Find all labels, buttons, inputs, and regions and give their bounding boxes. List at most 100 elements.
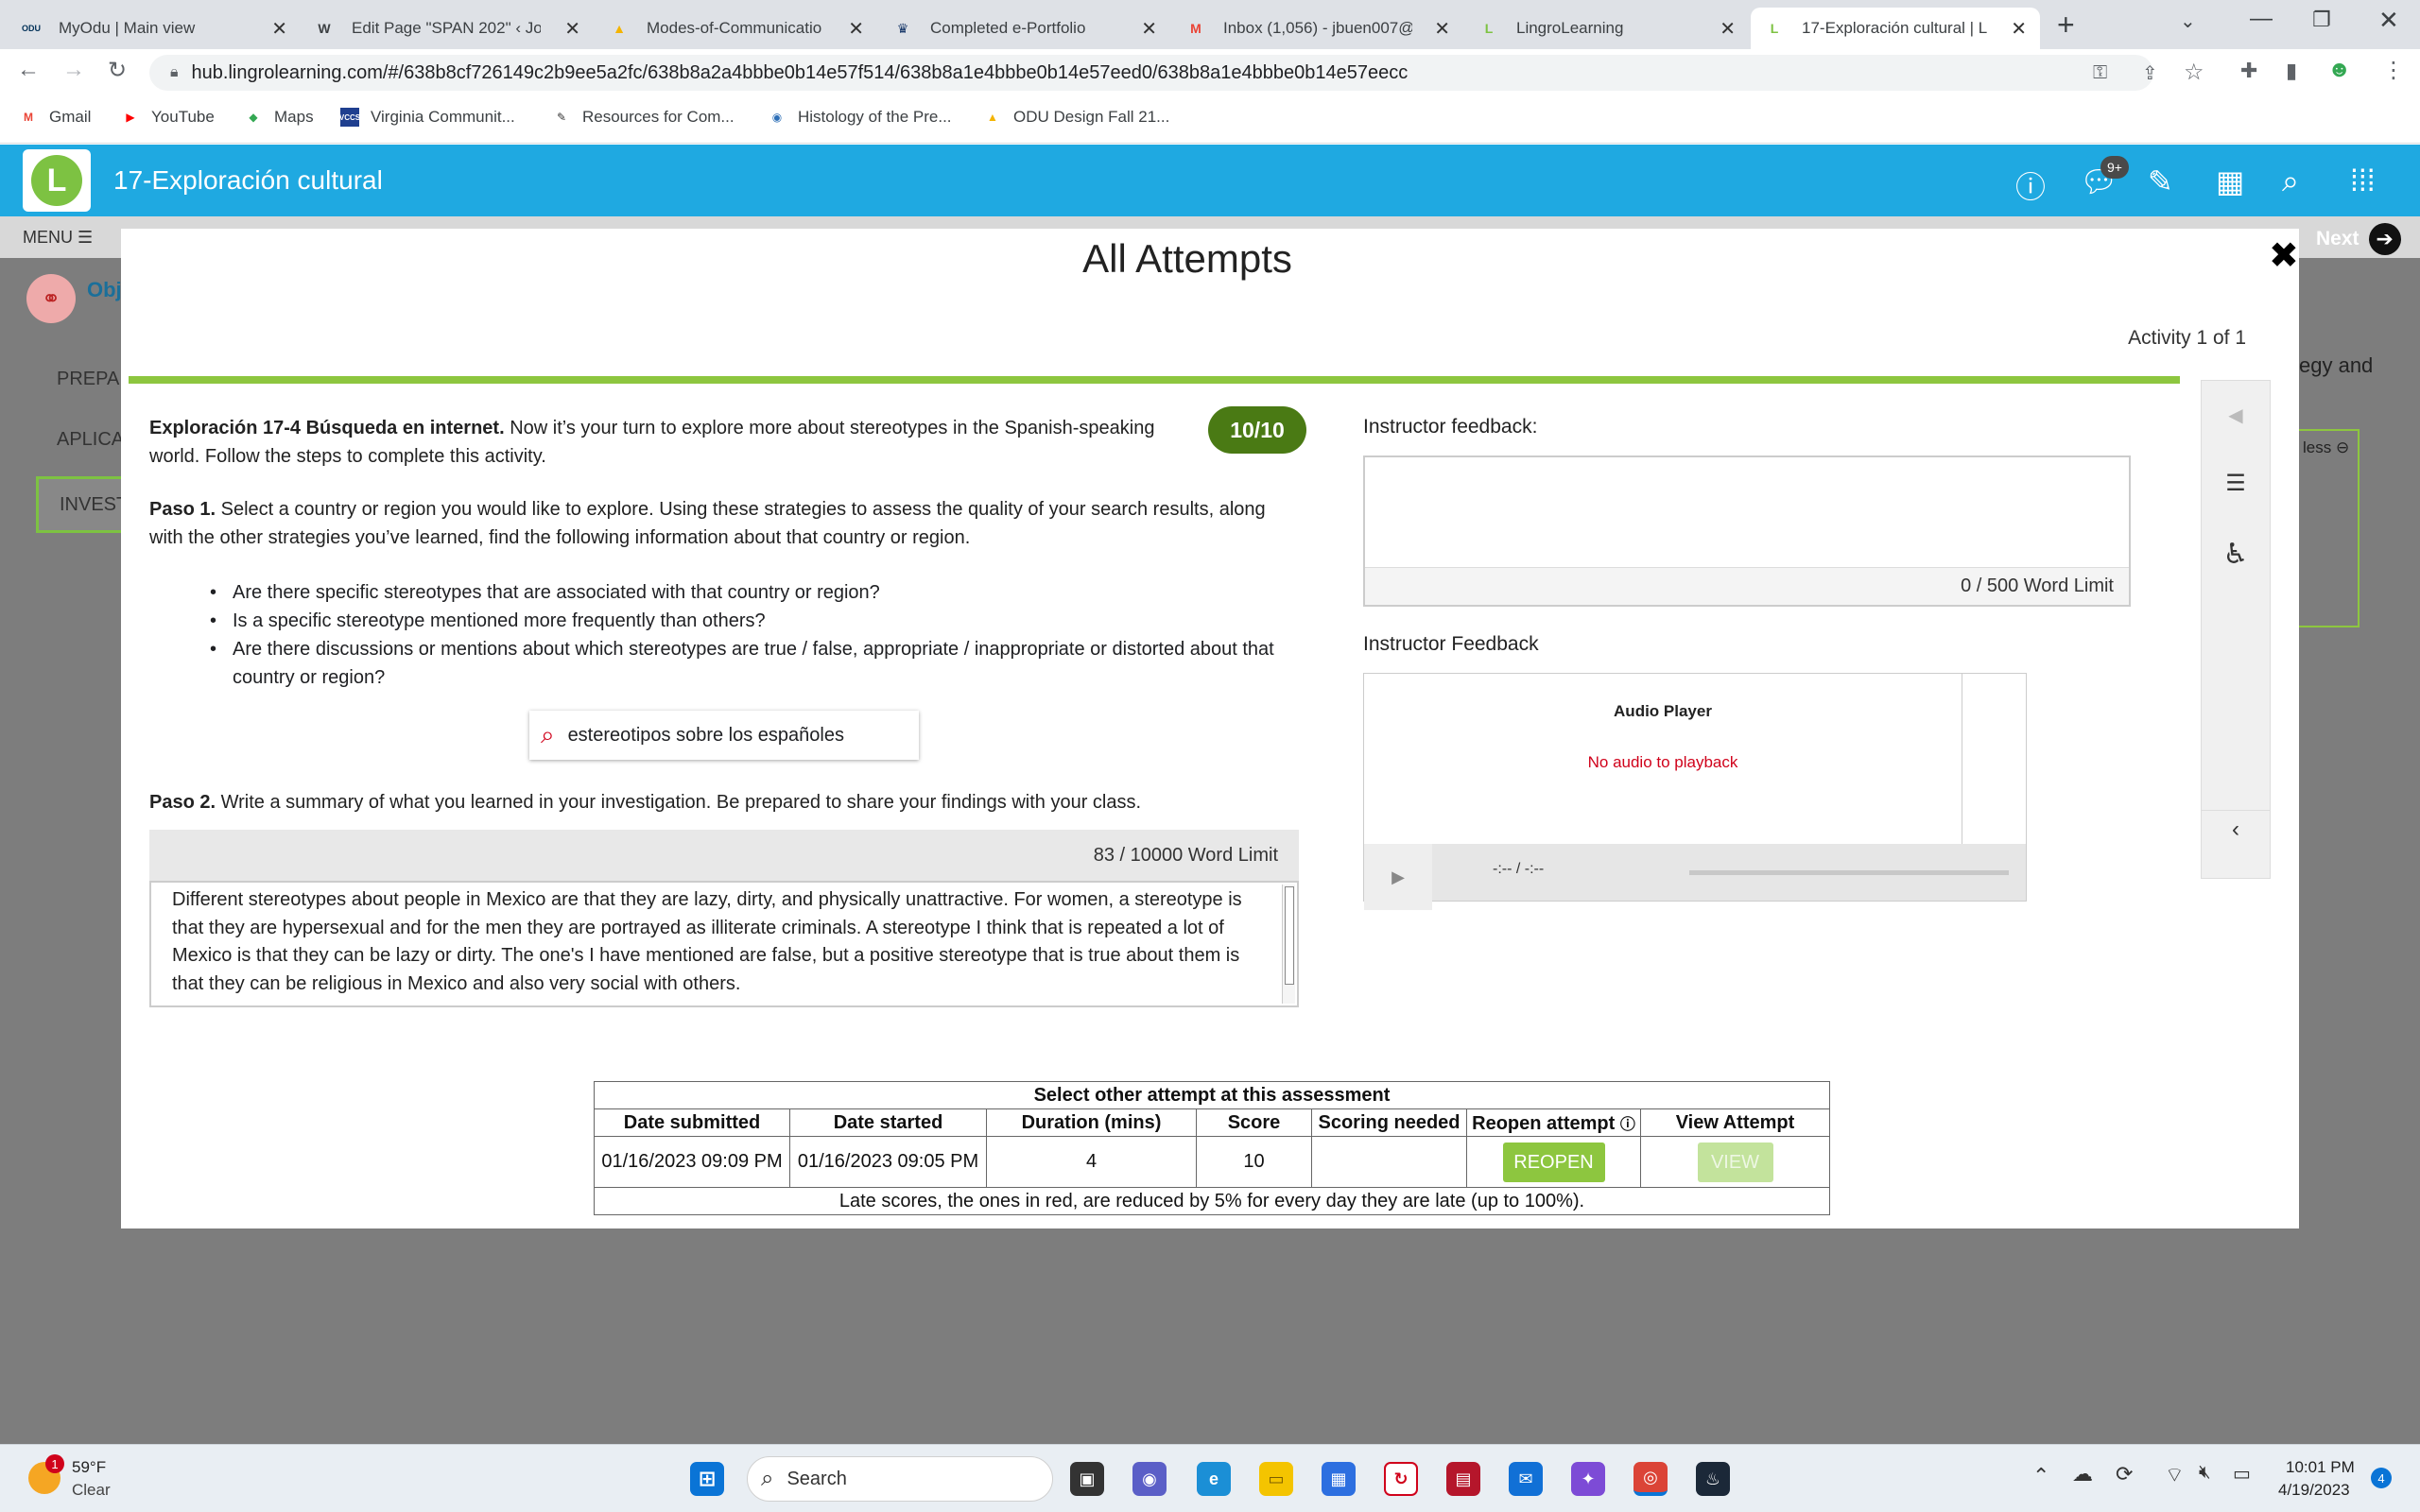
browser-tab-strip: ODU MyOdu | Main view ✕ W Edit Page "SPAN 20… [0, 0, 2420, 49]
browser-tab[interactable]: ♛ Completed e-Portfolio ✕ [879, 8, 1170, 49]
collapse-up-icon[interactable]: ◀ [2202, 404, 2270, 427]
close-icon[interactable]: ✖ [2269, 234, 2299, 277]
objectives-icon: ⚭ [26, 274, 76, 323]
reload-icon[interactable]: ↻ [108, 57, 127, 84]
minimize-button[interactable]: — [2250, 6, 2273, 32]
play-icon[interactable]: ▶ [1364, 844, 1432, 910]
chrome-icon[interactable]: ◎ [1634, 1462, 1668, 1496]
close-tab-icon[interactable]: ✕ [848, 17, 864, 41]
summary-textarea[interactable]: Different stereotypes about people in Me… [149, 881, 1299, 1007]
bookmark-item[interactable]: ◉ Histology of the Pre... [768, 108, 952, 127]
task-view-icon[interactable]: ▣ [1070, 1462, 1104, 1496]
battery-icon[interactable]: ▭ [2233, 1462, 2251, 1486]
edge-icon[interactable]: e [1197, 1462, 1231, 1496]
bookmark-item[interactable]: M Gmail [19, 108, 91, 127]
close-tab-icon[interactable]: ✕ [564, 17, 580, 41]
onedrive-icon[interactable]: ☁ [2072, 1462, 2093, 1486]
side-panel-icon[interactable]: ▮ [2286, 59, 2297, 83]
copilot-icon[interactable]: ✦ [1571, 1462, 1605, 1496]
new-tab-button[interactable]: + [2057, 8, 2075, 43]
notes-app-icon[interactable]: ▤ [1446, 1462, 1480, 1496]
browser-tab[interactable]: W Edit Page "SPAN 202" ‹ Jor ✕ [301, 8, 594, 49]
sync-tray-icon[interactable]: ⟳ [2116, 1462, 2133, 1486]
chevron-left-icon[interactable]: ‹ [2202, 810, 2270, 843]
bookmark-item[interactable]: ▲ ODU Design Fall 21... [983, 108, 1169, 127]
extensions-icon[interactable]: ✚ [2240, 59, 2257, 83]
windows-start-icon[interactable]: ⊞ [690, 1462, 724, 1496]
mail-icon[interactable]: ✉ [1509, 1462, 1543, 1496]
taskbar-search-label: Search [786, 1468, 847, 1489]
menu-button[interactable]: MENU ☰ [23, 228, 93, 248]
address-bar[interactable]: 🔒︎ hub.lingrolearning.com/#/638b8cf72614… [149, 55, 2158, 91]
calendar-icon[interactable]: ▦ [2216, 163, 2244, 199]
summary-scrollbar[interactable] [1282, 885, 1295, 1004]
key-icon[interactable]: ⚿ [2093, 62, 2107, 84]
profile-avatar-icon[interactable]: ☻ [2327, 57, 2351, 83]
cell-reopen: REOPEN [1466, 1136, 1641, 1188]
next-button[interactable]: Next ➔ [2316, 223, 2401, 255]
bookmark-item[interactable]: VCCS Virginia Communit... [339, 108, 515, 127]
browser-menu-icon[interactable]: ⋮ [2382, 57, 2405, 84]
close-tab-icon[interactable]: ✕ [1434, 17, 1450, 41]
forward-icon[interactable]: → [62, 57, 85, 83]
tray-chevron-icon[interactable]: ⌃ [2032, 1464, 2049, 1488]
clock-time[interactable]: 10:01 PM [2286, 1458, 2355, 1477]
steam-icon[interactable]: ♨ [1696, 1462, 1730, 1496]
bookmark-item[interactable]: ▶ YouTube [121, 108, 214, 127]
browser-tab[interactable]: L 17-Exploración cultural | L ✕ [1751, 8, 2040, 49]
tab-label: Inbox (1,056) - jbuen007@ [1223, 19, 1412, 37]
bookmark-icon: M [24, 111, 33, 124]
tab-search-icon[interactable]: ⌄ [2180, 9, 2196, 33]
search-query-box[interactable]: ⌕ estereotipos sobre los españoles [529, 711, 919, 760]
scrollbar-thumb[interactable] [1285, 886, 1294, 985]
next-label: Next [2316, 228, 2360, 249]
browser-tab[interactable]: ODU MyOdu | Main view ✕ [8, 8, 301, 49]
chat-icon[interactable]: ◉ [1132, 1462, 1167, 1496]
browser-tab[interactable]: ▲ Modes-of-Communicatio ✕ [596, 8, 877, 49]
less-label: less [2303, 438, 2332, 456]
reopen-button[interactable]: REOPEN [1502, 1142, 1605, 1182]
browser-tab[interactable]: M Inbox (1,056) - jbuen007@ ✕ [1172, 8, 1463, 49]
modal-title: All Attempts [1082, 236, 1292, 281]
view-button[interactable]: VIEW [1697, 1142, 1773, 1182]
lingro-logo[interactable]: L [23, 149, 91, 212]
restore-button[interactable]: ❐ [2312, 8, 2331, 32]
close-window-button[interactable]: ✕ [2378, 6, 2399, 35]
wifi-icon[interactable]: ⌔ [2165, 1462, 2185, 1488]
file-explorer-icon[interactable]: ▭ [1259, 1462, 1293, 1496]
audio-progress-track[interactable] [1689, 870, 2009, 875]
close-tab-icon[interactable]: ✕ [2011, 17, 2027, 41]
table-row: 01/16/2023 09:09 PM 01/16/2023 09:05 PM … [594, 1136, 1830, 1188]
cell-score: 10 [1196, 1136, 1312, 1188]
back-icon[interactable]: ← [17, 57, 40, 83]
taskbar-search[interactable]: ⌕ Search [747, 1456, 1053, 1502]
accessibility-icon[interactable]: ♿︎ [2202, 538, 2270, 571]
volume-mute-icon[interactable]: 🔇︎ [2199, 1462, 2211, 1484]
clock-date[interactable]: 4/19/2023 [2278, 1481, 2350, 1500]
bookmark-item[interactable]: ◆ Maps [244, 108, 313, 127]
bookmark-star-icon[interactable]: ☆ [2184, 59, 2204, 86]
help-icon[interactable]: ⓘ [2015, 163, 2046, 207]
instructor-feedback-textarea[interactable]: 0 / 500 Word Limit [1363, 455, 2131, 607]
bookmark-icon: ▶ [126, 111, 135, 124]
notification-count[interactable]: 4 [2371, 1468, 2392, 1488]
paso2-body: Write a summary of what you learned in y… [216, 792, 1142, 813]
bookmark-item[interactable]: ✎ Resources for Com... [552, 108, 735, 127]
store-icon[interactable]: ▦ [1322, 1462, 1356, 1496]
close-tab-icon[interactable]: ✕ [1720, 17, 1736, 41]
close-tab-icon[interactable]: ✕ [271, 17, 287, 41]
list-icon[interactable]: ☰ [2202, 470, 2270, 497]
page-title: 17-Exploración cultural [113, 165, 383, 195]
edit-icon[interactable]: ✎ [2148, 163, 2173, 199]
info-icon[interactable]: ⓘ [1620, 1117, 1635, 1133]
search-icon[interactable]: ⌕ [2282, 163, 2299, 199]
close-tab-icon[interactable]: ✕ [1141, 17, 1157, 41]
browser-tab[interactable]: L LingroLearning ✕ [1465, 8, 1749, 49]
tab-label: MyOdu | Main view [59, 19, 196, 37]
apps-grid-icon[interactable]: ⁞⁞⁞ [2350, 163, 2376, 198]
share-icon[interactable]: ⇪ [2142, 61, 2158, 85]
bookmark-label: Gmail [49, 108, 92, 126]
bookmark-icon: ◉ [771, 111, 783, 124]
sync-app-icon[interactable]: ↻ [1384, 1462, 1418, 1496]
column-header: Scoring needed [1311, 1108, 1467, 1137]
